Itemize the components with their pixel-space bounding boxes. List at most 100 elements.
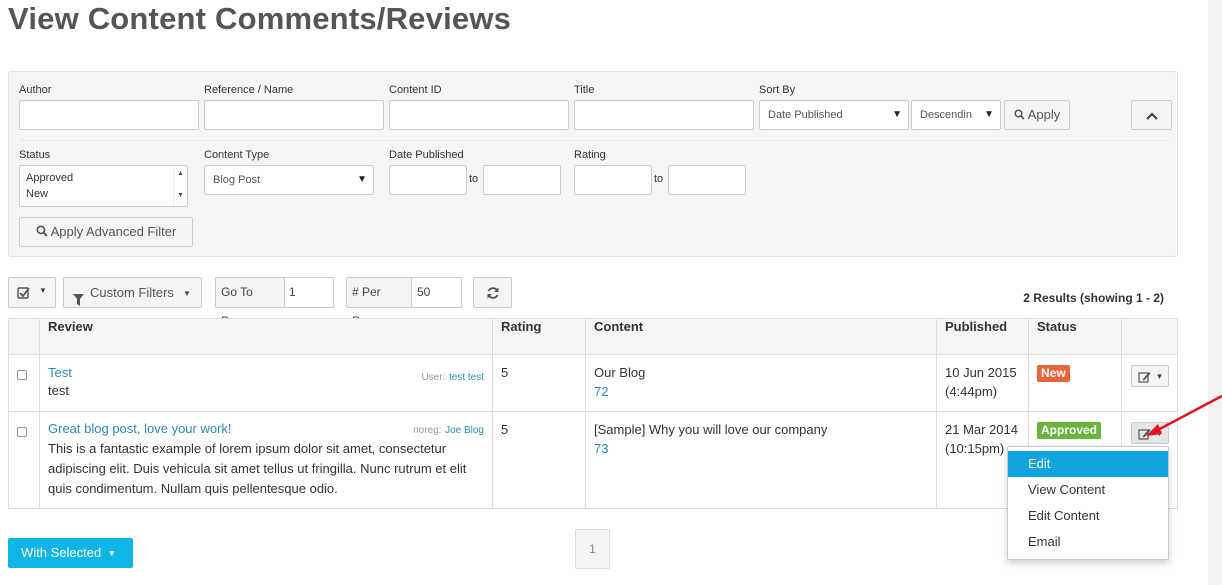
row-actions-button[interactable]: ▼ (1130, 365, 1169, 387)
chevron-down-icon: ▼ (39, 286, 47, 295)
menu-item-email[interactable]: Email (1008, 529, 1168, 555)
status-column-header[interactable]: Status (1028, 318, 1122, 355)
status-badge: New (1037, 365, 1070, 382)
apply-advanced-filter-label: Apply Advanced Filter (50, 224, 177, 239)
sort-order-select[interactable]: Descendin ▼ (911, 100, 1001, 130)
content-type-label: Content Type (204, 149, 270, 161)
rating-from-input[interactable] (574, 165, 652, 195)
listbox-scrollbar[interactable]: ▲ ▼ (173, 166, 187, 206)
refresh-icon (486, 286, 500, 303)
collapse-filters-button[interactable] (1131, 100, 1172, 130)
content-column-header[interactable]: Content (585, 318, 937, 355)
content-title: Our Blog (594, 365, 646, 380)
reviews-table: Review Rating Content Published Status T… (8, 318, 1178, 509)
refresh-button[interactable] (473, 277, 512, 308)
window-scrollbar[interactable] (1208, 0, 1222, 585)
apply-button-label: Apply (1027, 107, 1061, 122)
table-row: Test test User: test test 5 Our Blog 72 … (8, 354, 1178, 412)
go-to-page-input[interactable]: 1 (285, 277, 334, 308)
with-selected-button[interactable]: With Selected ▼ (8, 538, 133, 568)
rating-cell: 5 (492, 354, 586, 412)
reference-input[interactable] (204, 100, 384, 130)
rating-column-header[interactable]: Rating (492, 318, 586, 355)
date-to-label: to (469, 173, 479, 185)
pagination-page[interactable]: 1 (575, 529, 610, 569)
status-option[interactable]: Approved (20, 166, 187, 186)
sort-by-select[interactable]: Date Published ▼ (759, 100, 909, 130)
content-type-select[interactable]: Blog Post ▼ (204, 165, 374, 195)
go-to-page-addon: Go To Page (215, 277, 285, 328)
filter-icon (73, 287, 84, 316)
rating-label: Rating (574, 149, 606, 161)
custom-filters-button[interactable]: Custom Filters ▼ (63, 277, 202, 308)
select-caret-icon: ▼ (357, 174, 367, 185)
content-cell: Our Blog 72 (585, 354, 937, 412)
select-column-header (8, 318, 40, 355)
date-published-label: Date Published (389, 149, 464, 161)
row-select-cell (8, 354, 40, 412)
rating-cell: 5 (492, 411, 586, 509)
published-cell: 10 Jun 2015 (4:44pm) (936, 354, 1029, 412)
menu-item-view-content[interactable]: View Content (1008, 477, 1168, 503)
row-actions-menu: Edit View Content Edit Content Email (1007, 446, 1169, 560)
status-option[interactable]: New (20, 186, 187, 202)
reference-label: Reference / Name (204, 84, 294, 96)
published-date: 21 Mar 2014 (945, 422, 1018, 437)
author-link[interactable]: Joe Blog (445, 425, 484, 436)
menu-item-edit-content[interactable]: Edit Content (1008, 503, 1168, 529)
content-title: [Sample] Why you will love our company (594, 422, 828, 437)
row-select-cell (8, 411, 40, 509)
search-icon (1014, 102, 1025, 130)
content-cell: [Sample] Why you will love our company 7… (585, 411, 937, 509)
apply-advanced-filter-button[interactable]: Apply Advanced Filter (19, 217, 193, 247)
date-to-input[interactable] (483, 165, 561, 195)
sort-by-label: Sort By (759, 84, 796, 96)
status-label: Status (19, 149, 51, 161)
actions-column-header (1121, 318, 1178, 355)
chevron-down-icon: ▼ (1155, 372, 1164, 381)
content-id-input[interactable] (389, 100, 569, 130)
chevron-down-icon: ▼ (183, 289, 191, 298)
content-id-link[interactable]: 73 (594, 441, 928, 456)
table-row: Great blog post, love your work! This is… (8, 411, 1178, 509)
review-column-header[interactable]: Review (39, 318, 493, 355)
per-page-input[interactable]: 50 (412, 277, 462, 308)
rating-to-input[interactable] (668, 165, 746, 195)
bulk-select-button[interactable]: ▼ (8, 277, 56, 308)
content-id-link[interactable]: 72 (594, 384, 928, 399)
page-title: View Content Comments/Reviews (8, 1, 512, 36)
review-author: User: test test (421, 368, 484, 383)
author-prefix: User: (421, 372, 446, 383)
published-column-header[interactable]: Published (936, 318, 1029, 355)
menu-item-edit[interactable]: Edit (1008, 451, 1168, 477)
date-from-input[interactable] (389, 165, 467, 195)
review-author: noreg: Joe Blog (413, 422, 484, 438)
review-title-link[interactable]: Test (48, 365, 484, 380)
apply-button[interactable]: Apply (1004, 100, 1070, 130)
review-cell: Test test User: test test (39, 354, 493, 412)
scroll-up-icon[interactable]: ▲ (177, 170, 184, 177)
author-input[interactable] (19, 100, 199, 130)
row-checkbox[interactable] (17, 427, 27, 437)
custom-filters-label: Custom Filters (90, 285, 174, 300)
checkbox-check-icon (17, 286, 30, 302)
row-checkbox[interactable] (17, 370, 27, 380)
published-date: 10 Jun 2015 (945, 365, 1017, 380)
page: View Content Comments/Reviews Author Ref… (0, 0, 1208, 585)
content-id-label: Content ID (389, 84, 442, 96)
review-body: test (48, 383, 69, 398)
with-selected-label: With Selected (21, 545, 102, 560)
scroll-down-icon[interactable]: ▼ (177, 192, 184, 199)
chevron-up-icon (1145, 107, 1158, 122)
author-link[interactable]: test test (449, 372, 484, 383)
annotation-arrow-icon (1146, 394, 1222, 436)
status-listbox[interactable]: Approved New ▲ ▼ (19, 165, 188, 207)
filter-panel: Author Reference / Name Content ID Title… (8, 71, 1178, 257)
published-time: (4:44pm) (945, 384, 998, 399)
table-header-row: Review Rating Content Published Status (8, 318, 1178, 355)
title-filter-input[interactable] (574, 100, 754, 130)
author-prefix: noreg: (413, 425, 442, 436)
review-body: This is a fantastic example of lorem ips… (48, 441, 467, 496)
sort-by-value: Date Published (768, 109, 843, 121)
author-label: Author (19, 84, 52, 96)
